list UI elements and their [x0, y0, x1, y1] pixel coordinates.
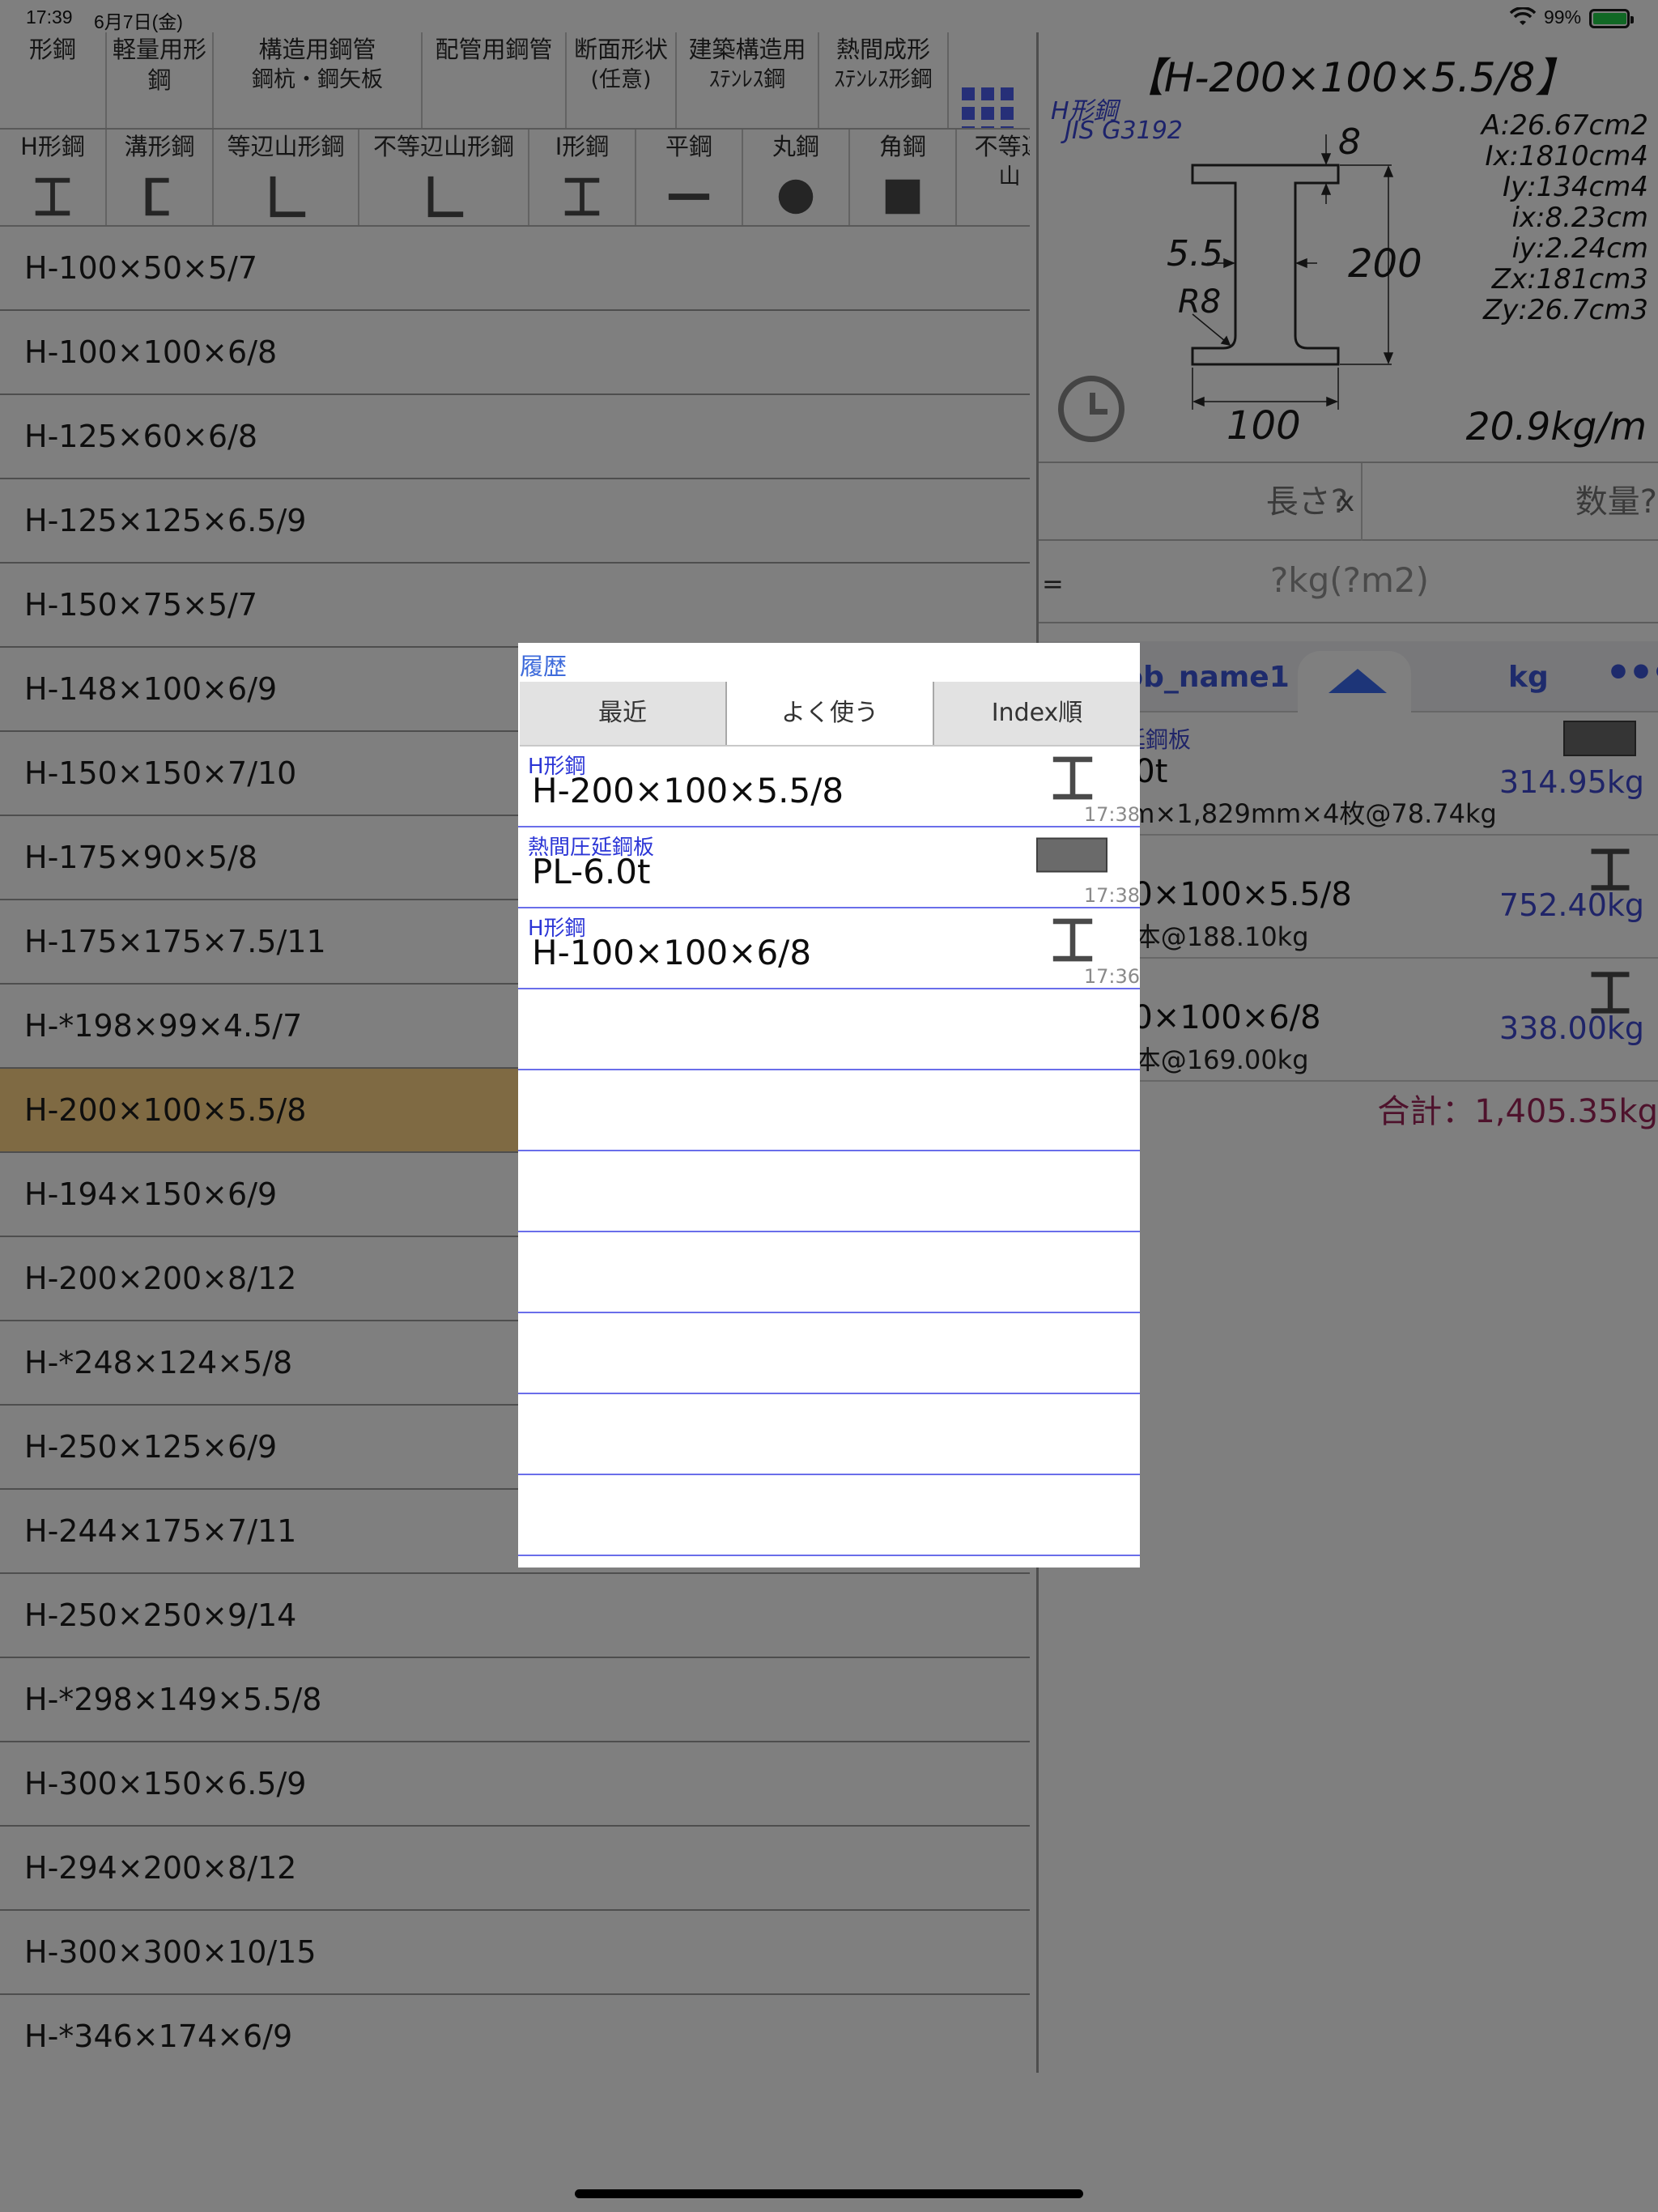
history-empty-row [518, 1394, 1140, 1475]
history-item[interactable]: H形鋼 H-200×100×5.5/8 17:38 [518, 747, 1140, 827]
history-item-time: 17:36 [1083, 965, 1140, 988]
history-segment[interactable]: よく使う [727, 682, 934, 745]
history-item-name: H-200×100×5.5/8 [532, 771, 844, 810]
history-segment[interactable]: 最近 [520, 682, 727, 745]
history-item-name: H-100×100×6/8 [532, 933, 812, 972]
history-item[interactable]: H形鋼 H-100×100×6/8 17:36 [518, 908, 1140, 989]
history-item-time: 17:38 [1083, 803, 1140, 826]
history-empty-row [518, 1475, 1140, 1556]
history-item[interactable]: 熱間圧延鋼板 PL-6.0t 17:38 [518, 827, 1140, 908]
history-empty-row [518, 1151, 1140, 1232]
h-beam-icon [1052, 756, 1093, 800]
history-segment[interactable]: Index順 [934, 682, 1140, 745]
plate-icon [1036, 837, 1107, 873]
history-popover: 履歴 最近 よく使う Index順 H形鋼 H-200×100×5.5/8 17:38 熱… [518, 643, 1140, 1568]
history-empty-row [518, 1232, 1140, 1313]
h-beam-icon [1052, 918, 1093, 962]
history-empty-row [518, 989, 1140, 1070]
app-root: 17:39 6月7日(金) 99% 形鋼軽量用形鋼構造用鋼管鋼杭・鋼矢板配管用鋼… [0, 0, 1658, 2212]
history-empty-row [518, 1070, 1140, 1151]
history-title: 履歴 [520, 653, 568, 680]
history-item-name: PL-6.0t [532, 852, 651, 891]
history-empty-row [518, 1313, 1140, 1394]
history-item-time: 17:38 [1083, 884, 1140, 907]
history-segmented-control: 最近 よく使う Index順 [520, 682, 1140, 747]
home-indicator [575, 2189, 1083, 2198]
